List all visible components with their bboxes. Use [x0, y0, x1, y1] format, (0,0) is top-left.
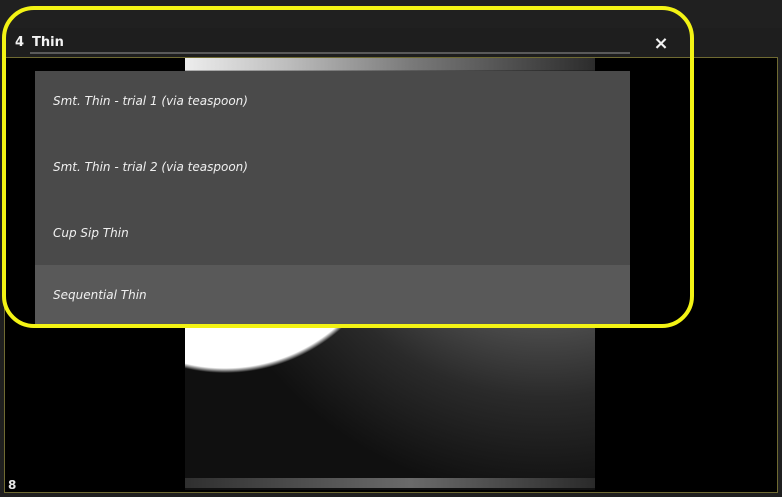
dropdown-item-smt-thin-trial-2[interactable]: Smt. Thin - trial 2 (via teaspoon) [35, 137, 630, 197]
header-divider [30, 52, 630, 54]
dropdown-item-label: Smt. Thin - trial 2 (via teaspoon) [53, 160, 248, 174]
video-bottom-strip [185, 478, 595, 488]
header-title: Thin [32, 35, 64, 50]
top-toolbar-area [0, 0, 782, 28]
dropdown-item-sequential-thin[interactable]: Sequential Thin [35, 265, 630, 325]
dropdown-trigger[interactable]: 4 Thin [15, 34, 64, 52]
dropdown-item-label: Cup Sip Thin [53, 226, 129, 240]
dropdown-item-label: Smt. Thin - trial 1 (via teaspoon) [53, 94, 248, 108]
bottom-left-label: 8 [8, 478, 17, 492]
dropdown-item-smt-thin-trial-1[interactable]: Smt. Thin - trial 1 (via teaspoon) [35, 71, 630, 131]
selection-dropdown: Smt. Thin - trial 1 (via teaspoon) Smt. … [35, 71, 630, 325]
dropdown-item-label: Sequential Thin [53, 288, 147, 302]
dropdown-item-cup-sip-thin[interactable]: Cup Sip Thin [35, 203, 630, 263]
header-number: 4 [15, 35, 25, 50]
close-icon: × [653, 32, 669, 54]
video-top-strip [185, 58, 595, 72]
close-button[interactable]: × [652, 32, 670, 54]
